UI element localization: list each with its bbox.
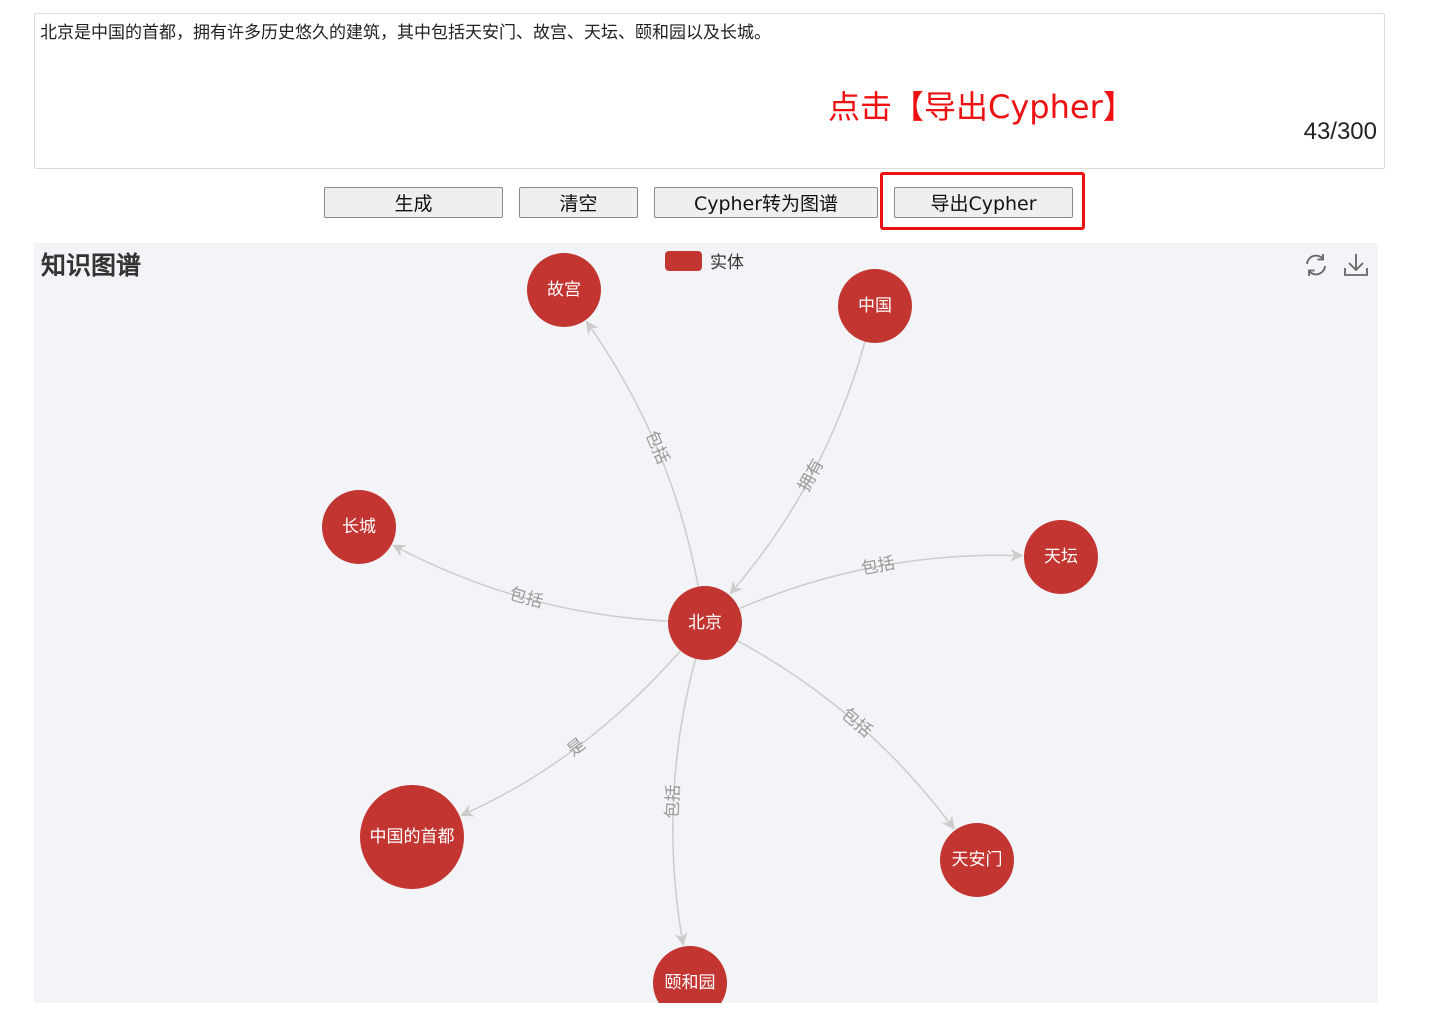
legend-label: 实体 — [710, 253, 744, 273]
node-label: 颐和园 — [665, 973, 716, 993]
node-zhongguo[interactable]: 中国 — [838, 269, 912, 343]
legend-swatch — [665, 250, 702, 271]
node-label: 故宫 — [547, 280, 581, 300]
knowledge-graph-panel[interactable]: 包括 拥有 包括 包括是包括 包括 北京 故宫 中国 长城 天坛 中国的首都 天安门 颐和园 知识图谱… — [34, 243, 1378, 1003]
edge-zhongguo-beijing[interactable] — [729, 341, 866, 595]
edge-label-beijing-tiantan: 包括 — [860, 553, 897, 579]
edge-label-beijing-yiheyuan: 包括 — [663, 784, 684, 819]
edge-label-zhongguo-beijing: 拥有 — [795, 456, 829, 495]
graph-canvas[interactable]: 包括拥有包括包括是包括包括 北京故宫中国长城天坛中国的首都天安门颐和园 — [34, 243, 1378, 1003]
edge-beijing-shoudu[interactable] — [460, 650, 682, 817]
node-label: 天坛 — [1044, 547, 1078, 567]
node-beijing[interactable]: 北京 — [668, 586, 742, 660]
node-yiheyuan[interactable]: 颐和园 — [653, 946, 727, 1003]
edge-beijing-tiananmen[interactable] — [737, 640, 955, 830]
node-label: 北京 — [688, 613, 722, 633]
node-changcheng[interactable]: 长城 — [322, 490, 396, 564]
edge-beijing-gugong[interactable] — [585, 320, 700, 587]
generate-button[interactable]: 生成 — [324, 187, 503, 218]
node-tiananmen[interactable]: 天安门 — [940, 823, 1014, 897]
node-label: 长城 — [342, 517, 376, 537]
edge-label-beijing-changcheng: 包括 — [507, 584, 545, 612]
export-cypher-button[interactable]: 导出Cypher — [894, 187, 1073, 218]
nodes-layer: 北京 故宫中国长城天坛中国的首都天安门颐和园 — [322, 253, 1098, 1003]
refresh-icon[interactable] — [1302, 251, 1330, 279]
node-label: 天安门 — [952, 850, 1003, 870]
node-label: 中国的首都 — [370, 827, 455, 847]
character-count: 43/300 — [1303, 118, 1377, 145]
node-tiantan[interactable]: 天坛 — [1024, 520, 1098, 594]
node-label: 中国 — [858, 296, 892, 316]
edge-label-beijing-gugong: 包括 — [641, 428, 673, 467]
input-text[interactable]: 北京是中国的首都，拥有许多历史悠久的建筑，其中包括天安门、故宫、天坛、颐和园以及… — [40, 18, 771, 43]
node-shoudu[interactable]: 中国的首都 — [360, 785, 464, 889]
download-icon[interactable] — [1342, 251, 1370, 279]
legend-item-entity[interactable]: 实体 — [665, 248, 744, 273]
instruction-annotation: 点击【导出Cypher】 — [828, 88, 1135, 126]
node-gugong[interactable]: 故宫 — [527, 253, 601, 327]
edge-label-beijing-shoudu: 是 — [564, 735, 590, 761]
cypher-to-graph-button[interactable]: Cypher转为图谱 — [654, 187, 878, 218]
graph-title: 知识图谱 — [41, 251, 142, 280]
clear-button[interactable]: 清空 — [519, 187, 638, 218]
text-input[interactable]: 北京是中国的首都，拥有许多历史悠久的建筑，其中包括天安门、故宫、天坛、颐和园以及… — [34, 13, 1385, 169]
